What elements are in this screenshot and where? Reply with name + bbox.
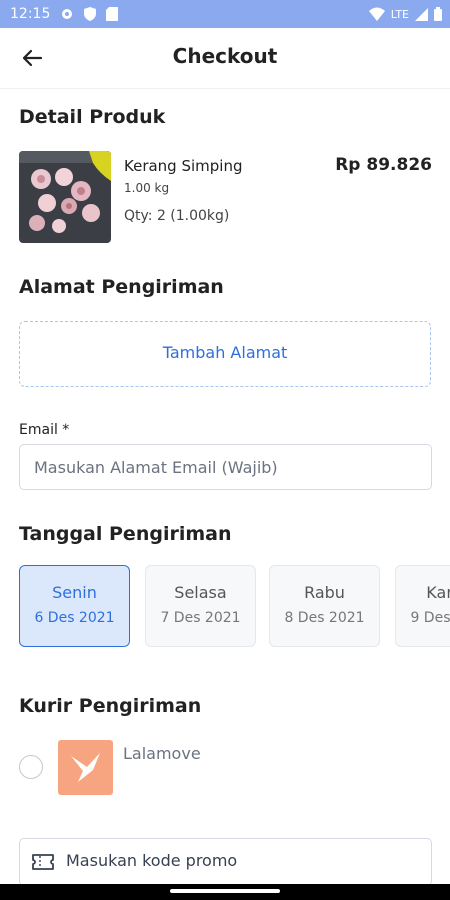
- date-option-date: 7 Des 2021: [160, 610, 241, 626]
- battery-icon: [434, 7, 442, 21]
- date-option-date: 8 Des 2021: [284, 610, 365, 626]
- home-indicator[interactable]: [170, 889, 280, 893]
- email-field[interactable]: [19, 444, 432, 490]
- date-option-date: 9 Des 2021: [410, 610, 450, 626]
- date-option-monday[interactable]: Senin 6 Des 2021: [19, 565, 130, 647]
- product-image[interactable]: [19, 151, 111, 243]
- product-section-title: Detail Produk: [19, 106, 166, 128]
- courier-name: Lalamove: [123, 744, 201, 763]
- courier-radio[interactable]: [19, 755, 43, 779]
- network-type: LTE: [390, 7, 409, 21]
- date-option-tuesday[interactable]: Selasa 7 Des 2021: [145, 565, 256, 647]
- date-option-date: 6 Des 2021: [34, 610, 115, 626]
- signal-icon: [415, 7, 428, 21]
- status-time: 12:15: [10, 6, 51, 22]
- courier-section-title: Kurir Pengiriman: [19, 695, 202, 717]
- sd-card-icon: [106, 7, 118, 21]
- date-option-thursday[interactable]: Kamis 9 Des 2021: [395, 565, 450, 647]
- product-weight: 1.00 kg: [124, 181, 170, 195]
- product-quantity: Qty: 2 (1.00kg): [124, 208, 230, 224]
- date-option-wednesday[interactable]: Rabu 8 Des 2021: [269, 565, 380, 647]
- date-option-day: Senin: [52, 583, 97, 602]
- product-name: Kerang Simping: [124, 157, 243, 175]
- system-nav-bar: [0, 884, 450, 900]
- date-option-clip: Kamis 9 Des 2021: [395, 565, 450, 647]
- wifi-icon: [368, 7, 385, 21]
- promo-placeholder: Masukan kode promo: [66, 851, 238, 870]
- product-price: Rp 89.826: [335, 155, 432, 175]
- status-bar: 12:15 LTE: [0, 0, 450, 28]
- shield-icon: [84, 7, 96, 21]
- address-section-title: Alamat Pengiriman: [19, 276, 224, 298]
- page-title: Checkout: [172, 44, 278, 68]
- settings-icon: [62, 9, 72, 19]
- date-section-title: Tanggal Pengiriman: [19, 523, 232, 545]
- email-label: Email *: [19, 422, 70, 438]
- date-option-day: Rabu: [304, 583, 345, 602]
- promo-code-field[interactable]: Masukan kode promo: [19, 838, 432, 886]
- date-option-day: Selasa: [174, 583, 227, 602]
- ticket-icon: [32, 854, 54, 870]
- date-option-day: Kamis: [426, 583, 450, 602]
- hummingbird-icon: [71, 753, 100, 782]
- add-address-button[interactable]: Tambah Alamat: [19, 321, 431, 387]
- app-bar: Checkout: [0, 28, 450, 89]
- courier-logo: [58, 740, 113, 795]
